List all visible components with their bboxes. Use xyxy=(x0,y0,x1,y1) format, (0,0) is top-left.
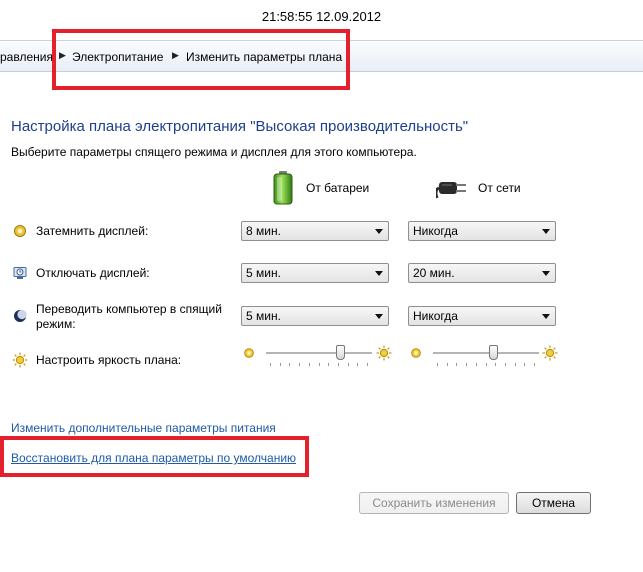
slider-tick xyxy=(466,363,467,366)
display-off-plugged-select[interactable]: 20 мин. xyxy=(408,263,556,283)
dropdown-arrow-icon xyxy=(375,229,383,234)
brightness-battery-slider[interactable] xyxy=(266,344,372,370)
annotation-box-restore xyxy=(0,436,309,477)
sleep-battery-select[interactable]: 5 мин. xyxy=(241,306,389,326)
slider-tick xyxy=(524,363,525,366)
slider-tick xyxy=(338,363,339,366)
slider-tick xyxy=(357,363,358,366)
select-value: 8 мин. xyxy=(246,224,281,238)
battery-icon xyxy=(273,171,293,205)
row-label-brightness: Настроить яркость плана: xyxy=(36,353,182,367)
select-value: 5 мин. xyxy=(246,266,281,280)
timestamp: 21:58:55 12.09.2012 xyxy=(261,9,382,24)
brightness-plugged-slider[interactable] xyxy=(433,344,539,370)
page-subtitle: Выберите параметры спящего режима и дисп… xyxy=(11,145,417,159)
slider-tick xyxy=(289,363,290,366)
select-value: 5 мин. xyxy=(246,309,281,323)
slider-tick xyxy=(447,363,448,366)
dropdown-arrow-icon xyxy=(542,229,550,234)
select-value: Никогда xyxy=(413,224,458,238)
advanced-settings-link[interactable]: Изменить дополнительные параметры питани… xyxy=(11,421,276,435)
breadcrumb-control-panel[interactable]: равления xyxy=(0,50,53,64)
row-label-dim-display: Затемнить дисплей: xyxy=(36,224,149,238)
row-label-sleep-line1: Переводить компьютер в спящий xyxy=(36,302,222,316)
dim-display-battery-select[interactable]: 8 мин. xyxy=(241,221,389,241)
select-value: Никогда xyxy=(413,309,458,323)
dropdown-arrow-icon xyxy=(542,314,550,319)
slider-tick xyxy=(299,363,300,366)
slider-tick xyxy=(505,363,506,366)
slider-tick xyxy=(270,363,271,366)
sleep-plugged-select[interactable]: Никогда xyxy=(408,306,556,326)
slider-thumb[interactable] xyxy=(489,345,498,360)
dropdown-arrow-icon xyxy=(542,271,550,276)
slider-tick xyxy=(280,363,281,366)
row-label-sleep-line2: режим: xyxy=(36,317,76,331)
brightness-high-icon xyxy=(376,345,392,361)
save-button[interactable]: Сохранить изменения xyxy=(359,492,509,514)
slider-track[interactable] xyxy=(266,352,372,355)
slider-thumb[interactable] xyxy=(336,345,345,360)
brightness-low-icon xyxy=(411,348,421,358)
display-off-battery-select[interactable]: 5 мин. xyxy=(241,263,389,283)
slider-tick xyxy=(476,363,477,366)
slider-tick xyxy=(515,363,516,366)
slider-tick xyxy=(437,363,438,366)
select-value: 20 мин. xyxy=(413,266,455,280)
brightness-low-icon xyxy=(244,348,254,358)
dropdown-arrow-icon xyxy=(375,314,383,319)
slider-tick xyxy=(456,363,457,366)
slider-tick xyxy=(328,363,329,366)
dim-display-icon xyxy=(14,225,26,237)
slider-tick xyxy=(486,363,487,366)
slider-tick xyxy=(495,363,496,366)
cancel-button[interactable]: Отмена xyxy=(516,492,591,514)
sleep-moon-icon xyxy=(14,309,27,322)
power-plug-icon xyxy=(436,182,466,199)
dropdown-arrow-icon xyxy=(375,271,383,276)
dim-display-plugged-select[interactable]: Никогда xyxy=(408,221,556,241)
brightness-high-icon xyxy=(542,345,558,361)
row-label-display-off: Отключать дисплей: xyxy=(36,266,150,280)
slider-track[interactable] xyxy=(433,352,539,355)
slider-tick xyxy=(319,363,320,366)
slider-tick xyxy=(534,363,535,366)
display-off-icon xyxy=(13,267,27,279)
slider-tick xyxy=(348,363,349,366)
page-title: Настройка плана электропитания "Высокая … xyxy=(11,118,469,135)
annotation-box-breadcrumb xyxy=(52,29,350,90)
brightness-sun-icon xyxy=(12,352,28,368)
slider-tick xyxy=(367,363,368,366)
column-header-plugged: От сети xyxy=(478,181,521,195)
slider-tick xyxy=(309,363,310,366)
column-header-battery: От батареи xyxy=(306,181,370,195)
